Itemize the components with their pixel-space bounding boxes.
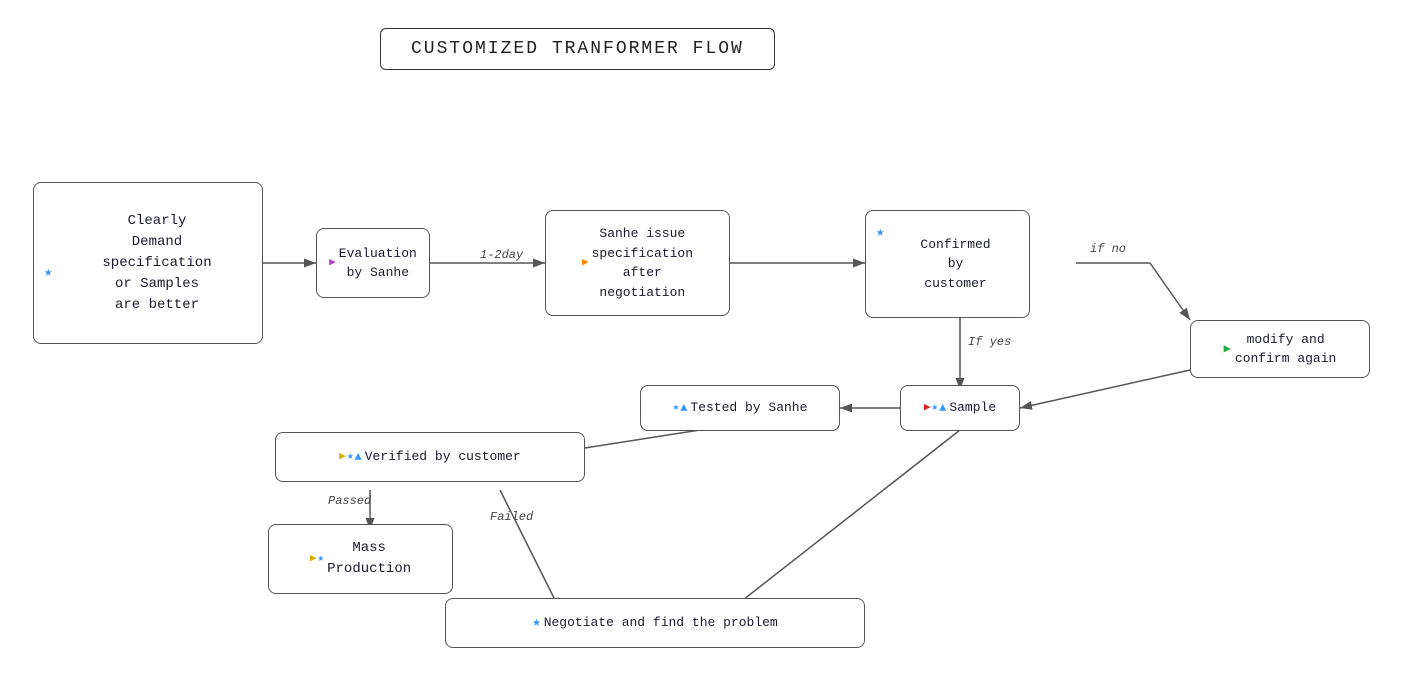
modify-node: ▶ modify and confirm again (1190, 320, 1370, 378)
arrow-up-verified: ▲ (355, 448, 362, 466)
tri-red-icon: ▶ (924, 400, 931, 417)
mass-production-text: Mass Production (327, 538, 411, 580)
label-if-no: if no (1090, 242, 1126, 256)
negotiate-node: ★ Negotiate and find the problem (445, 598, 865, 648)
star-icon-tested1: ★ (673, 400, 680, 417)
tri-purple-icon: ▶ (329, 255, 336, 272)
label-1-2day: 1-2day (480, 248, 523, 262)
star-icon-mass: ★ (317, 551, 324, 568)
flowchart: CUSTOMIZED TRANFORMER FLOW ★ Clearly Dem… (0, 0, 1406, 683)
demand-text: Clearly Demand specification or Samples … (102, 211, 211, 316)
star-icon-verified1: ★ (347, 449, 354, 466)
demand-node: ★ Clearly Demand specification or Sample… (33, 182, 263, 344)
evaluation-node: ▶ Evaluation by Sanhe (316, 228, 430, 298)
label-if-yes: If yes (968, 335, 1011, 349)
label-passed: Passed (328, 494, 371, 508)
sanhe-issue-node: ▶ Sanhe issue specification after negoti… (545, 210, 730, 316)
confirmed-text: Confirmed by customer (920, 235, 990, 294)
sample-node: ▶ ★ ▲ Sample (900, 385, 1020, 431)
evaluation-text: Evaluation by Sanhe (339, 244, 417, 283)
star-icon-sample1: ★ (931, 400, 938, 417)
mass-production-node: ▶ ★ Mass Production (268, 524, 453, 594)
tri-yellow-mass: ▶ (310, 551, 317, 568)
star-icon-demand: ★ (44, 263, 52, 284)
title-box: CUSTOMIZED TRANFORMER FLOW (380, 28, 775, 70)
tested-text: Tested by Sanhe (690, 398, 807, 418)
negotiate-text: Negotiate and find the problem (544, 613, 778, 633)
title-text: CUSTOMIZED TRANFORMER FLOW (411, 39, 744, 59)
tri-orange-icon: ▶ (582, 255, 589, 272)
tri-green-icon: ▶ (1224, 340, 1231, 358)
star-icon-confirmed: ★ (876, 223, 884, 244)
tested-node: ★ ▲ Tested by Sanhe (640, 385, 840, 431)
label-failed: Failed (490, 510, 533, 524)
verified-text: Verified by customer (365, 447, 521, 467)
star-icon-negotiate: ★ (532, 613, 540, 634)
verified-node: ▶ ★ ▲ Verified by customer (275, 432, 585, 482)
sanhe-issue-text: Sanhe issue specification after negotiat… (592, 224, 693, 302)
arrow-up-tested: ▲ (680, 399, 687, 417)
tri-yellow-icon: ▶ (339, 449, 346, 466)
modify-text: modify and confirm again (1235, 330, 1336, 369)
arrow-up-sample: ▲ (939, 399, 946, 417)
confirmed-node: ★ Confirmed by customer (865, 210, 1030, 318)
sample-text: Sample (949, 398, 996, 418)
